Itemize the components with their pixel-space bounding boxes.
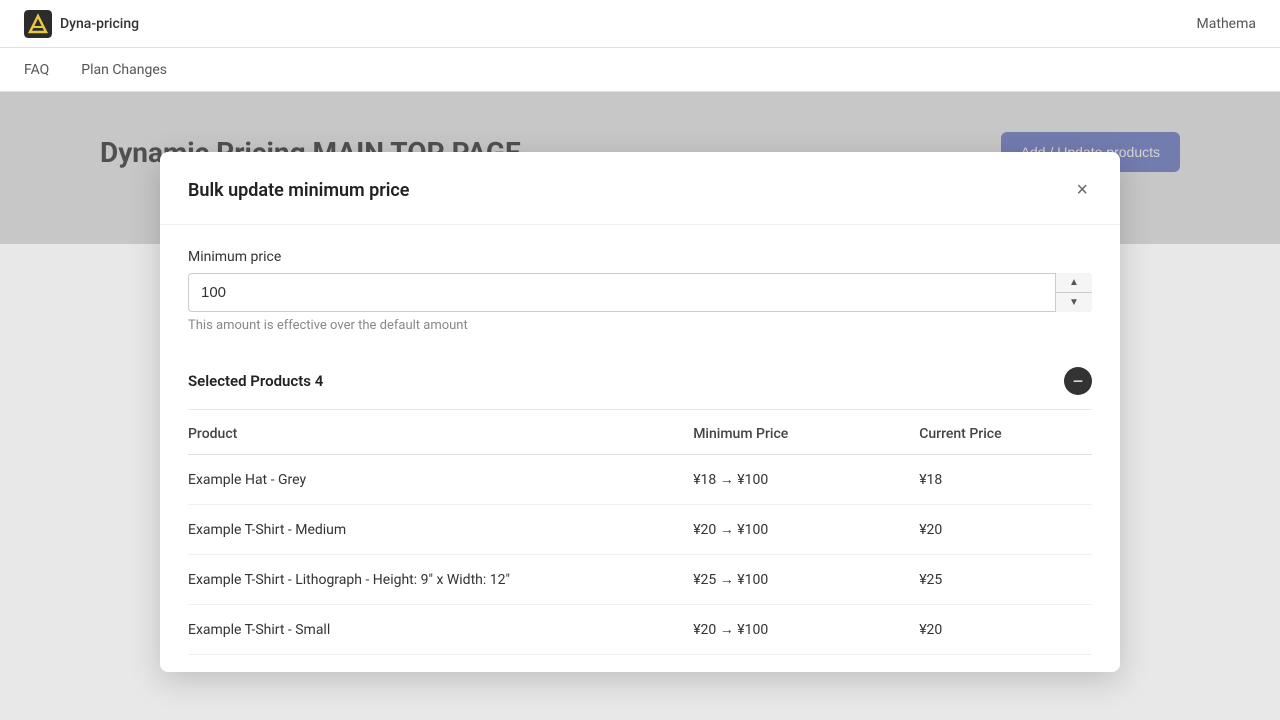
cell-product-0: Example Hat - Grey [188,455,685,505]
top-bar-left: Dyna-pricing [24,10,139,38]
nav-plan-changes[interactable]: Plan Changes [81,58,167,82]
app-name: Dyna-pricing [60,16,139,32]
table-row: Example T-Shirt - Lithograph - Height: 9… [188,555,1092,605]
products-header: Selected Products 4 − [188,353,1092,410]
cell-product-2: Example T-Shirt - Lithograph - Height: 9… [188,555,685,605]
app-logo [24,10,52,38]
spinner-up-button[interactable]: ▲ [1056,273,1092,293]
products-section: Selected Products 4 − Product Minimum Pr… [188,353,1092,655]
cell-min-price-2: ¥25 → ¥100 [685,555,911,605]
secondary-nav: FAQ Plan Changes [0,48,1280,92]
modal-body: Minimum price ▲ ▼ This amount is effecti… [160,225,1120,672]
cell-current-price-0: ¥18 [911,455,1092,505]
col-header-product: Product [188,414,685,455]
cell-min-price-3: ¥20 → ¥100 [685,605,911,655]
top-bar: Dyna-pricing Mathema [0,0,1280,48]
min-price-input-wrapper: ▲ ▼ [188,273,1092,312]
modal-close-button[interactable]: × [1072,176,1092,204]
col-header-current-price: Current Price [911,414,1092,455]
table-body: Example Hat - Grey¥18 → ¥100¥18Example T… [188,455,1092,655]
table-header: Product Minimum Price Current Price [188,414,1092,455]
cell-product-3: Example T-Shirt - Small [188,605,685,655]
spinner-buttons: ▲ ▼ [1055,273,1092,312]
min-price-input[interactable] [188,273,1092,312]
modal-overlay: Bulk update minimum price × Minimum pric… [0,92,1280,244]
minus-icon: − [1073,372,1084,390]
main-content: Dynamic Pricing MAIN TOP PAGE Add / Upda… [0,92,1280,244]
min-price-label: Minimum price [188,249,1092,265]
cell-min-price-1: ¥20 → ¥100 [685,505,911,555]
spinner-down-button[interactable]: ▼ [1056,293,1092,312]
cell-current-price-2: ¥25 [911,555,1092,605]
cell-current-price-3: ¥20 [911,605,1092,655]
min-price-form-group: Minimum price ▲ ▼ This amount is effecti… [188,249,1092,333]
cell-product-1: Example T-Shirt - Medium [188,505,685,555]
modal-title: Bulk update minimum price [188,180,409,201]
helper-text: This amount is effective over the defaul… [188,318,1092,333]
collapse-button[interactable]: − [1064,367,1092,395]
table-header-row: Product Minimum Price Current Price [188,414,1092,455]
table-row: Example T-Shirt - Small¥20 → ¥100¥20 [188,605,1092,655]
col-header-min-price: Minimum Price [685,414,911,455]
table-row: Example Hat - Grey¥18 → ¥100¥18 [188,455,1092,505]
products-count-title: Selected Products 4 [188,372,323,390]
cell-current-price-1: ¥20 [911,505,1092,555]
modal-header: Bulk update minimum price × [160,152,1120,225]
nav-faq[interactable]: FAQ [24,58,49,82]
cell-min-price-0: ¥18 → ¥100 [685,455,911,505]
products-table: Product Minimum Price Current Price Exam… [188,414,1092,655]
table-row: Example T-Shirt - Medium¥20 → ¥100¥20 [188,505,1092,555]
user-name: Mathema [1197,16,1256,32]
bulk-update-modal: Bulk update minimum price × Minimum pric… [160,152,1120,672]
